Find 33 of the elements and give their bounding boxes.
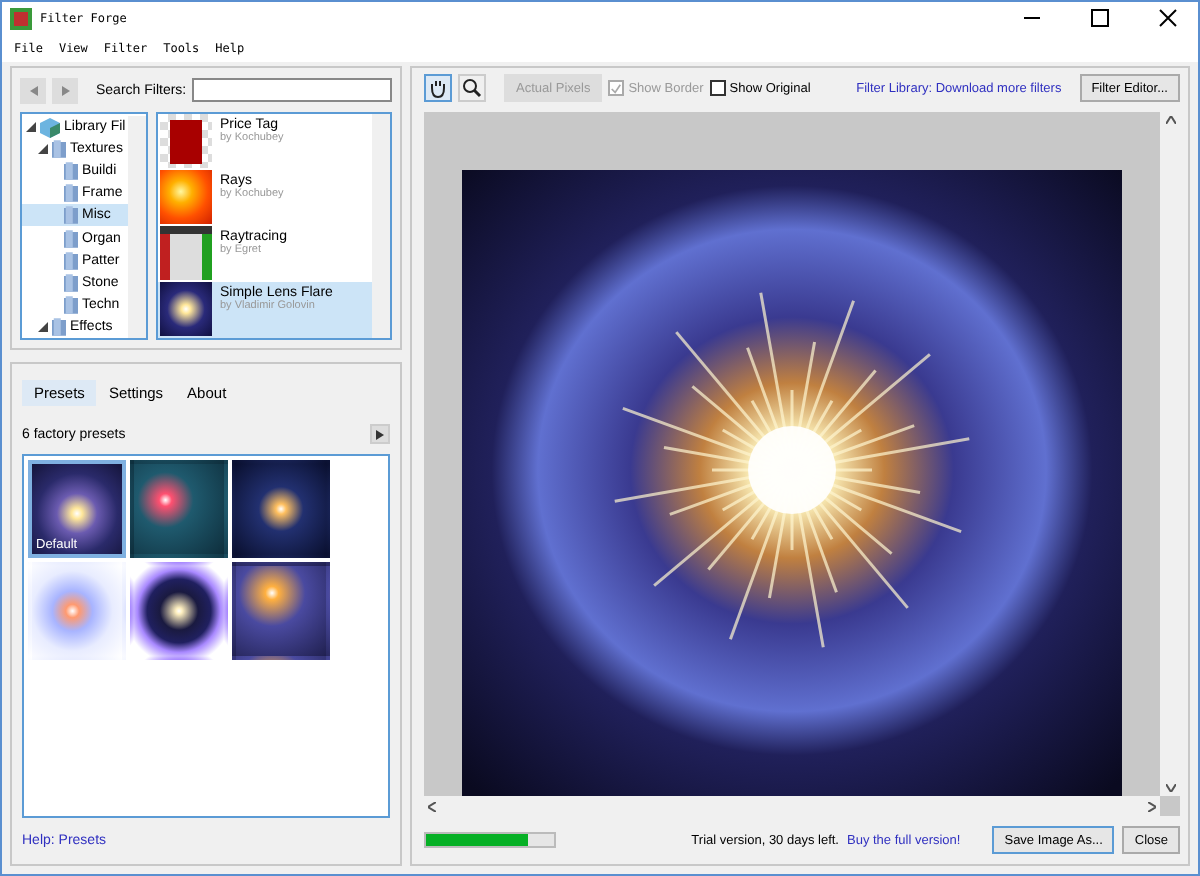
scroll-down-icon[interactable] bbox=[1165, 784, 1175, 792]
forward-button[interactable] bbox=[52, 77, 78, 103]
search-field[interactable] bbox=[192, 78, 392, 102]
progress-bar bbox=[424, 832, 556, 848]
hand-tool-icon[interactable] bbox=[424, 74, 452, 102]
close-icon[interactable] bbox=[1154, 8, 1182, 28]
expand-arrow-icon[interactable] bbox=[38, 144, 48, 155]
scroll-right-icon[interactable] bbox=[1148, 801, 1156, 811]
app-icon bbox=[10, 7, 32, 29]
expand-arrow-icon[interactable] bbox=[26, 122, 36, 133]
expand-arrow-icon[interactable] bbox=[38, 321, 48, 332]
raytracing-thumbnail bbox=[160, 226, 212, 280]
price-tag-thumbnail bbox=[160, 114, 212, 168]
left-arrow-icon bbox=[29, 85, 37, 95]
arrow-icon bbox=[376, 429, 384, 439]
scroll-up-icon[interactable] bbox=[1165, 116, 1175, 124]
scrollbar[interactable] bbox=[128, 116, 146, 338]
checkmark-icon bbox=[610, 81, 623, 95]
rays-thumbnail bbox=[160, 170, 212, 224]
preset-thumbnail[interactable] bbox=[130, 562, 228, 660]
back-button[interactable] bbox=[20, 77, 46, 103]
preset-thumbnail[interactable] bbox=[232, 562, 330, 660]
scroll-left-icon[interactable] bbox=[428, 801, 436, 811]
scrollbar[interactable] bbox=[372, 114, 390, 338]
preset-thumbnail[interactable] bbox=[28, 562, 126, 660]
right-arrow-icon bbox=[61, 85, 69, 95]
menu-arrow-button[interactable] bbox=[370, 424, 390, 444]
lens-flare-thumbnail bbox=[160, 282, 212, 336]
preset-thumbnail[interactable] bbox=[232, 460, 330, 558]
zoom-icon[interactable] bbox=[458, 74, 486, 102]
preset-thumbnail[interactable] bbox=[130, 460, 228, 558]
maximize-icon[interactable] bbox=[1086, 8, 1114, 28]
library-icon bbox=[40, 117, 60, 138]
